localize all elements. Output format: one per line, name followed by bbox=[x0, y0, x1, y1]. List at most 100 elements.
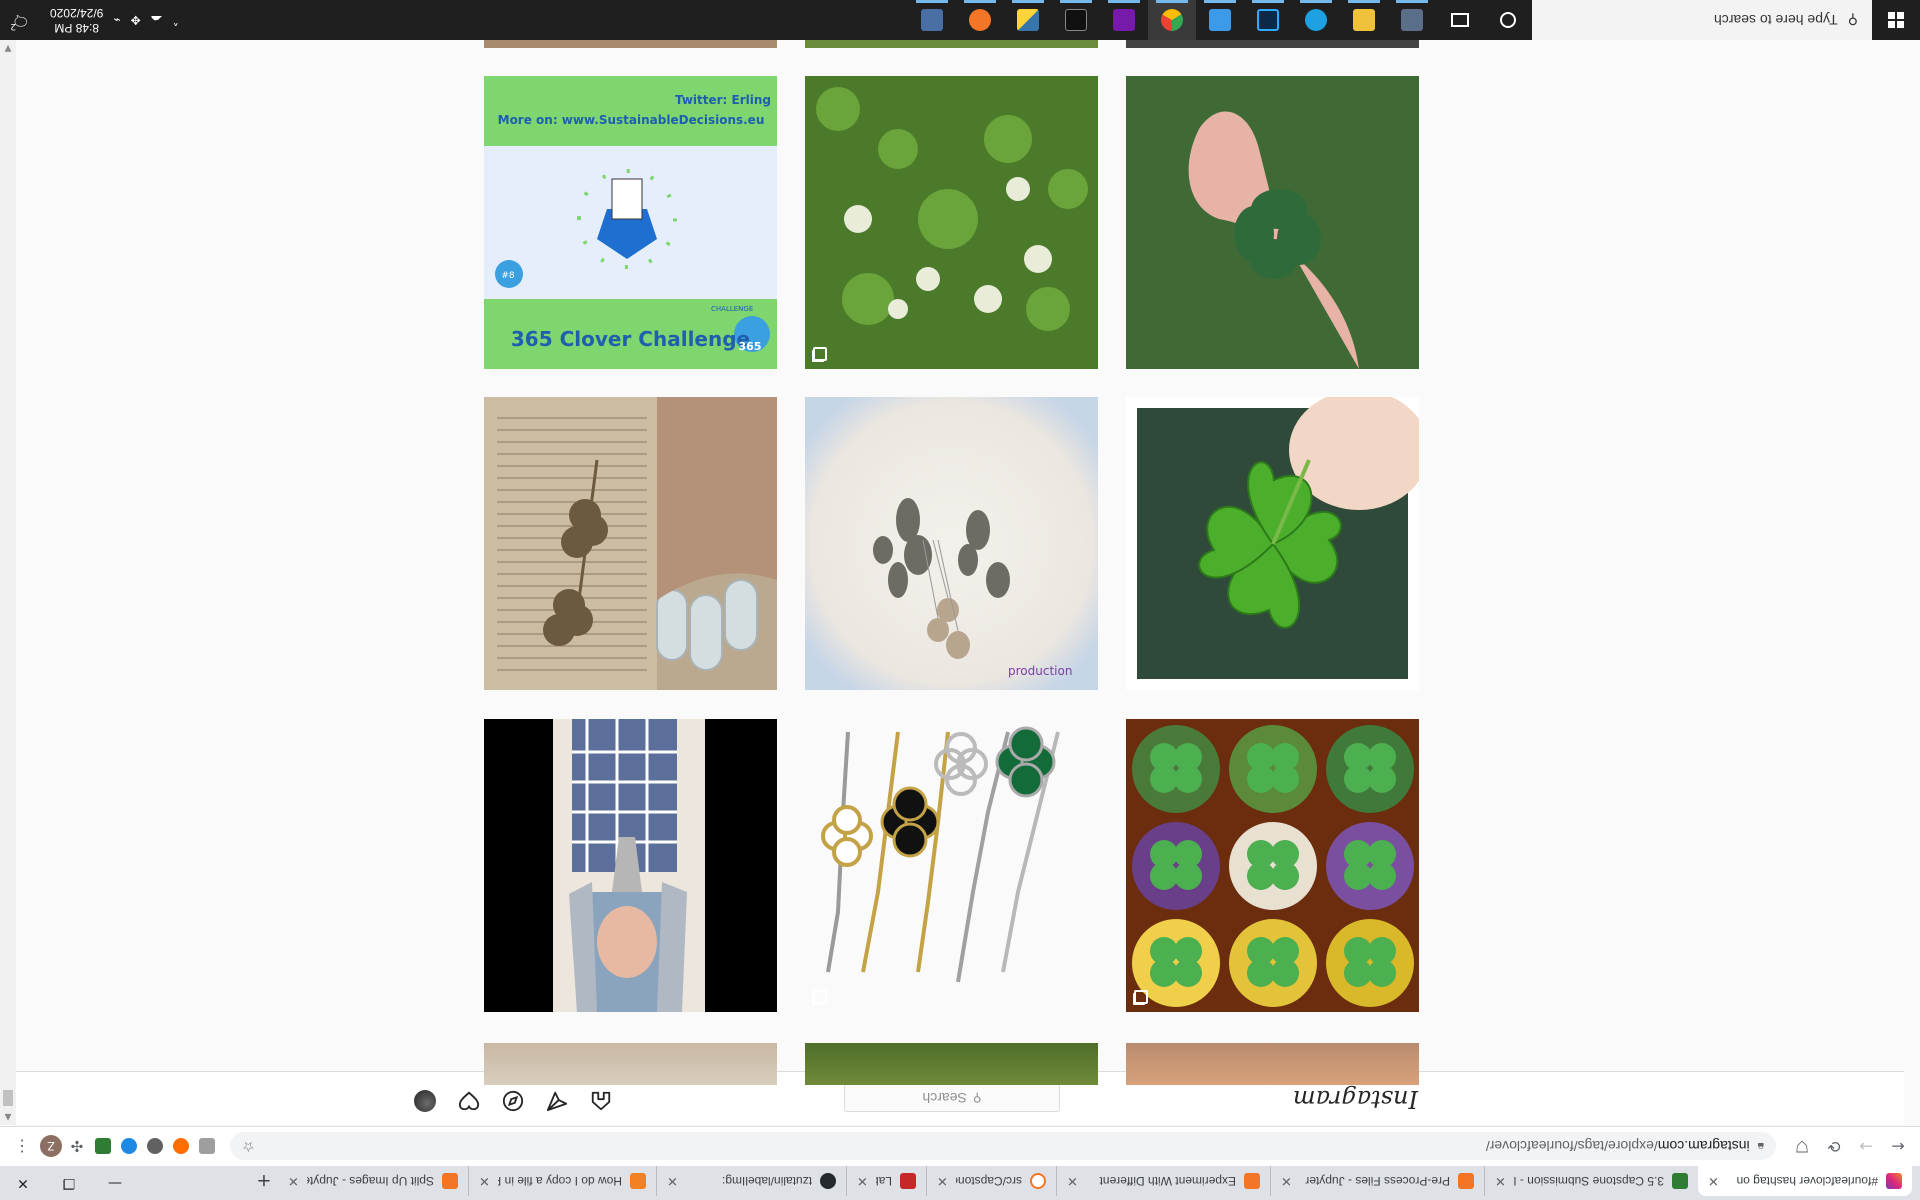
close-icon[interactable]: ✕ bbox=[857, 1173, 868, 1189]
file-explorer-icon[interactable] bbox=[1340, 0, 1388, 40]
close-icon[interactable]: ✕ bbox=[937, 1173, 948, 1189]
lock-icon: 🔒︎ bbox=[1757, 1140, 1764, 1154]
post-woman-portrait[interactable] bbox=[484, 719, 777, 1012]
network-icon[interactable]: ⌁ bbox=[113, 13, 120, 27]
close-icon[interactable]: ✕ bbox=[1067, 1173, 1078, 1189]
tab-preprocess-files[interactable]: Pre-Process Files - Jupyter ✕ bbox=[1270, 1166, 1484, 1196]
back-button[interactable]: ← bbox=[1884, 1133, 1912, 1161]
post-partial-6[interactable] bbox=[484, 40, 777, 48]
tab-label[interactable]: Label ✕ bbox=[846, 1166, 926, 1196]
chevron-up-icon[interactable]: ˄ bbox=[173, 13, 179, 27]
tab-split-images[interactable]: Split Up Images - Jupyter N ✕ bbox=[278, 1166, 468, 1196]
close-icon[interactable]: ✕ bbox=[288, 1173, 299, 1189]
star-icon[interactable]: ☆ bbox=[242, 1138, 255, 1155]
clover-leaf bbox=[1174, 840, 1202, 868]
tab-experiment[interactable]: Experiment With Different ✕ bbox=[1056, 1166, 1270, 1196]
database-icon[interactable] bbox=[908, 0, 956, 40]
post-365-clover-challenge[interactable]: 365 Clover Challenge More on: www.Sustai… bbox=[484, 76, 777, 369]
post-partial-4[interactable] bbox=[1126, 40, 1419, 48]
tab-title: 3.5 Capstone Submission - I bbox=[1513, 1174, 1664, 1188]
tab-labelimg[interactable]: tzutalin/labelImg: ✕ bbox=[656, 1166, 846, 1196]
challenge-title: 365 Clover Challenge bbox=[510, 327, 751, 351]
extension-icon-3[interactable] bbox=[144, 1136, 166, 1158]
scroll-up-arrow[interactable]: ▲ bbox=[0, 1109, 16, 1125]
challenge-url: More on: www.SustainableDecisions.eu bbox=[497, 113, 765, 127]
post-four-leaf-fingers[interactable] bbox=[1126, 76, 1419, 369]
terminal-icon[interactable] bbox=[1052, 0, 1100, 40]
shield-icon[interactable]: ⛉ bbox=[1788, 1133, 1816, 1161]
post-partial-2[interactable] bbox=[805, 1043, 1098, 1085]
restore-button[interactable]: ❐ bbox=[46, 1166, 92, 1200]
post-partial-1[interactable] bbox=[1126, 1043, 1419, 1085]
tab-favicon bbox=[1672, 1173, 1688, 1189]
notification-center-button[interactable]: 🗨︎ 2 bbox=[0, 12, 40, 31]
post-white-clover-flowers[interactable] bbox=[805, 76, 1098, 369]
cloud-icon[interactable]: ☁ bbox=[151, 13, 163, 27]
tab-src-capstone[interactable]: src/Capstone/ ✕ bbox=[926, 1166, 1056, 1196]
photoshop-icon[interactable] bbox=[1244, 0, 1292, 40]
post-clover-resin-grid[interactable] bbox=[1126, 719, 1419, 1012]
menu-icon[interactable]: ⋮ bbox=[8, 1133, 36, 1161]
clover-leaf bbox=[1174, 937, 1202, 965]
post-pressed-clover-book[interactable] bbox=[484, 397, 777, 690]
edge-icon[interactable] bbox=[1292, 0, 1340, 40]
scroll-thumb[interactable] bbox=[3, 1090, 13, 1106]
notification-count: 2 bbox=[10, 21, 16, 31]
tab-title: Split Up Images - Jupyter N bbox=[307, 1174, 434, 1188]
dropbox-icon[interactable]: ✥ bbox=[131, 13, 141, 27]
clover-leaf bbox=[1344, 840, 1372, 868]
extension-icon-4[interactable] bbox=[118, 1136, 140, 1158]
new-tab-button[interactable]: + bbox=[250, 1166, 278, 1196]
post-four-leaf-closeup[interactable] bbox=[1126, 397, 1419, 690]
start-button[interactable] bbox=[1872, 0, 1920, 40]
reload-button[interactable]: ⟳ bbox=[1820, 1133, 1848, 1161]
close-icon[interactable]: ✕ bbox=[1708, 1173, 1719, 1189]
minimize-button[interactable]: — bbox=[92, 1166, 138, 1200]
close-icon[interactable]: ✕ bbox=[1495, 1173, 1506, 1189]
onenote-icon[interactable] bbox=[1100, 0, 1148, 40]
stackoverflow-icon bbox=[630, 1173, 646, 1189]
chrome-icon[interactable] bbox=[1148, 0, 1196, 40]
close-icon[interactable]: ✕ bbox=[479, 1173, 490, 1189]
taskbar-search-placeholder: Type here to search bbox=[1713, 12, 1838, 28]
extension-icon-1[interactable] bbox=[196, 1136, 218, 1158]
profile-avatar[interactable] bbox=[414, 1090, 436, 1112]
close-icon[interactable]: ✕ bbox=[667, 1173, 678, 1189]
resin-dome bbox=[1132, 725, 1220, 813]
resin-dome bbox=[1326, 919, 1414, 1007]
taskbar-clock[interactable]: 8:48 PM 9/24/2020 bbox=[50, 5, 103, 35]
post-pebble-art[interactable]: production bbox=[805, 397, 1098, 690]
clover-leaf bbox=[1344, 743, 1372, 771]
cortana-icon[interactable] bbox=[1484, 0, 1532, 40]
extension-icon-5[interactable] bbox=[92, 1136, 114, 1158]
close-window-button[interactable]: ✕ bbox=[0, 1166, 46, 1200]
jupyter-icon bbox=[1244, 1173, 1260, 1189]
heart-icon[interactable] bbox=[458, 1090, 480, 1112]
post-clover-necklaces[interactable] bbox=[805, 719, 1098, 1012]
tab-title: Experiment With Different bbox=[1099, 1174, 1237, 1188]
tab-fourleafclover[interactable]: #fourleafclover hashtag on ✕ bbox=[1698, 1166, 1912, 1196]
extension-icon-2[interactable] bbox=[170, 1136, 192, 1158]
tab-capstone-submission[interactable]: 3.5 Capstone Submission - I ✕ bbox=[1484, 1166, 1698, 1196]
close-icon[interactable]: ✕ bbox=[1281, 1173, 1292, 1189]
resin-dome bbox=[1229, 822, 1317, 910]
tab-title: Label bbox=[876, 1174, 892, 1188]
task-view-icon[interactable] bbox=[1436, 0, 1484, 40]
python-icon[interactable] bbox=[1004, 0, 1052, 40]
clover-leaf bbox=[1174, 743, 1202, 771]
address-bar[interactable]: 🔒︎ instagram.com/explore/tags/fourleafcl… bbox=[230, 1132, 1776, 1161]
forward-button[interactable]: → bbox=[1852, 1133, 1880, 1161]
jupyter-icon[interactable] bbox=[956, 0, 1004, 40]
taskbar-search[interactable]: ⚲ Type here to search bbox=[1532, 0, 1872, 40]
post-partial-3[interactable] bbox=[484, 1043, 777, 1085]
calculator-icon[interactable] bbox=[1388, 0, 1436, 40]
page-scrollbar[interactable]: ▲ ▼ bbox=[0, 40, 16, 1125]
post-partial-5[interactable] bbox=[805, 40, 1098, 48]
photos-icon[interactable] bbox=[1196, 0, 1244, 40]
window-controls: — ❐ ✕ bbox=[0, 1166, 138, 1200]
puzzle-icon[interactable]: ✣ bbox=[66, 1136, 88, 1158]
clover-leaf bbox=[1150, 937, 1178, 965]
tab-copy-file-python[interactable]: How do I copy a file in Pyth ✕ bbox=[468, 1166, 656, 1196]
profile-avatar[interactable]: Z bbox=[40, 1135, 62, 1158]
scroll-down-arrow[interactable]: ▼ bbox=[0, 40, 16, 56]
